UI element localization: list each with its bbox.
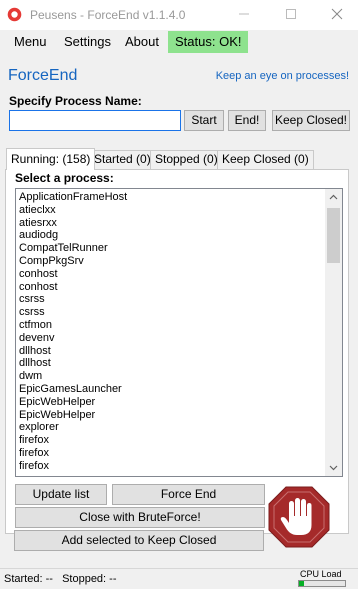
tab-stopped[interactable]: Stopped (0) xyxy=(150,150,223,169)
status-badge[interactable]: Status: OK! xyxy=(168,31,249,53)
add-keep-closed-button[interactable]: Add selected to Keep Closed xyxy=(14,530,264,551)
list-item[interactable]: ApplicationFrameHost xyxy=(16,191,326,204)
tab-keep-closed[interactable]: Keep Closed (0) xyxy=(217,150,314,169)
end-button[interactable]: End! xyxy=(228,110,266,131)
select-process-label: Select a process: xyxy=(15,171,114,185)
list-item[interactable]: EpicWebHelper xyxy=(16,409,326,422)
process-name-input[interactable] xyxy=(9,110,181,131)
scroll-thumb[interactable] xyxy=(327,208,340,263)
list-item[interactable]: dllhost xyxy=(16,357,326,370)
list-item[interactable]: atieclxx xyxy=(16,204,326,217)
list-item[interactable]: ctfmon xyxy=(16,319,326,332)
process-name-label: Specify Process Name: xyxy=(9,94,142,108)
scroll-up-icon[interactable] xyxy=(325,189,342,206)
list-item[interactable]: EpicWebHelper xyxy=(16,396,326,409)
list-item[interactable]: dwm xyxy=(16,370,326,383)
list-item[interactable]: conhost xyxy=(16,281,326,294)
window-title: Peusens - ForceEnd v1.1.4.0 xyxy=(30,8,186,22)
list-item[interactable]: devenv xyxy=(16,332,326,345)
list-item[interactable]: conhost xyxy=(16,268,326,281)
list-item[interactable]: CompPkgSrv xyxy=(16,255,326,268)
status-text: Started: -- Stopped: -- xyxy=(4,573,117,585)
status-bar: Started: -- Stopped: -- CPU Load xyxy=(0,568,358,589)
update-list-button[interactable]: Update list xyxy=(15,484,107,505)
list-item[interactable]: firefox xyxy=(16,460,326,473)
title-bar: Peusens - ForceEnd v1.1.4.0 xyxy=(0,0,358,30)
list-item[interactable]: explorer xyxy=(16,421,326,434)
cpu-load-label: CPU Load xyxy=(300,569,342,579)
minimize-icon[interactable] xyxy=(233,4,255,24)
cpu-load-fill xyxy=(299,581,304,586)
cpu-load-bar xyxy=(298,580,346,587)
brute-force-button[interactable]: Close with BruteForce! xyxy=(15,507,265,528)
list-item[interactable]: dllhost xyxy=(16,345,326,358)
tab-running[interactable]: Running: (158) xyxy=(6,148,96,170)
tab-strip: Running: (158) Started (0) Stopped (0) K… xyxy=(0,148,358,170)
tab-started[interactable]: Started (0) xyxy=(89,150,156,169)
tagline-link[interactable]: Keep an eye on processes! xyxy=(216,70,349,82)
close-icon[interactable] xyxy=(326,4,348,24)
list-item[interactable]: csrss xyxy=(16,306,326,319)
list-item[interactable]: EpicGamesLauncher xyxy=(16,383,326,396)
list-scrollbar[interactable] xyxy=(325,189,342,476)
app-logo-icon xyxy=(7,7,22,22)
list-item[interactable]: audiodg xyxy=(16,229,326,242)
stop-hand-icon[interactable] xyxy=(268,486,330,548)
scroll-down-icon[interactable] xyxy=(325,459,342,476)
menu-item-menu[interactable]: Menu xyxy=(14,30,47,54)
list-item[interactable]: CompatTelRunner xyxy=(16,242,326,255)
list-item[interactable]: firefox xyxy=(16,434,326,447)
tab-panel-running: Select a process: ApplicationFrameHost at… xyxy=(5,169,349,534)
force-end-button[interactable]: Force End xyxy=(112,484,265,505)
process-listbox[interactable]: ApplicationFrameHost atieclxx atiesrxx audi… xyxy=(15,188,343,477)
list-item[interactable]: atiesrxx xyxy=(16,217,326,230)
menu-item-settings[interactable]: Settings xyxy=(64,30,111,54)
list-item[interactable]: firefox xyxy=(16,447,326,460)
app-heading: ForceEnd xyxy=(8,67,78,84)
menu-item-about[interactable]: About xyxy=(125,30,159,54)
menu-bar: Menu Settings About Status: OK! xyxy=(0,30,358,54)
start-button[interactable]: Start xyxy=(184,110,224,131)
maximize-icon[interactable] xyxy=(280,4,302,24)
keep-closed-button[interactable]: Keep Closed! xyxy=(272,110,350,131)
process-list-items: ApplicationFrameHost atieclxx atiesrxx audi… xyxy=(16,191,326,473)
list-item[interactable]: csrss xyxy=(16,293,326,306)
